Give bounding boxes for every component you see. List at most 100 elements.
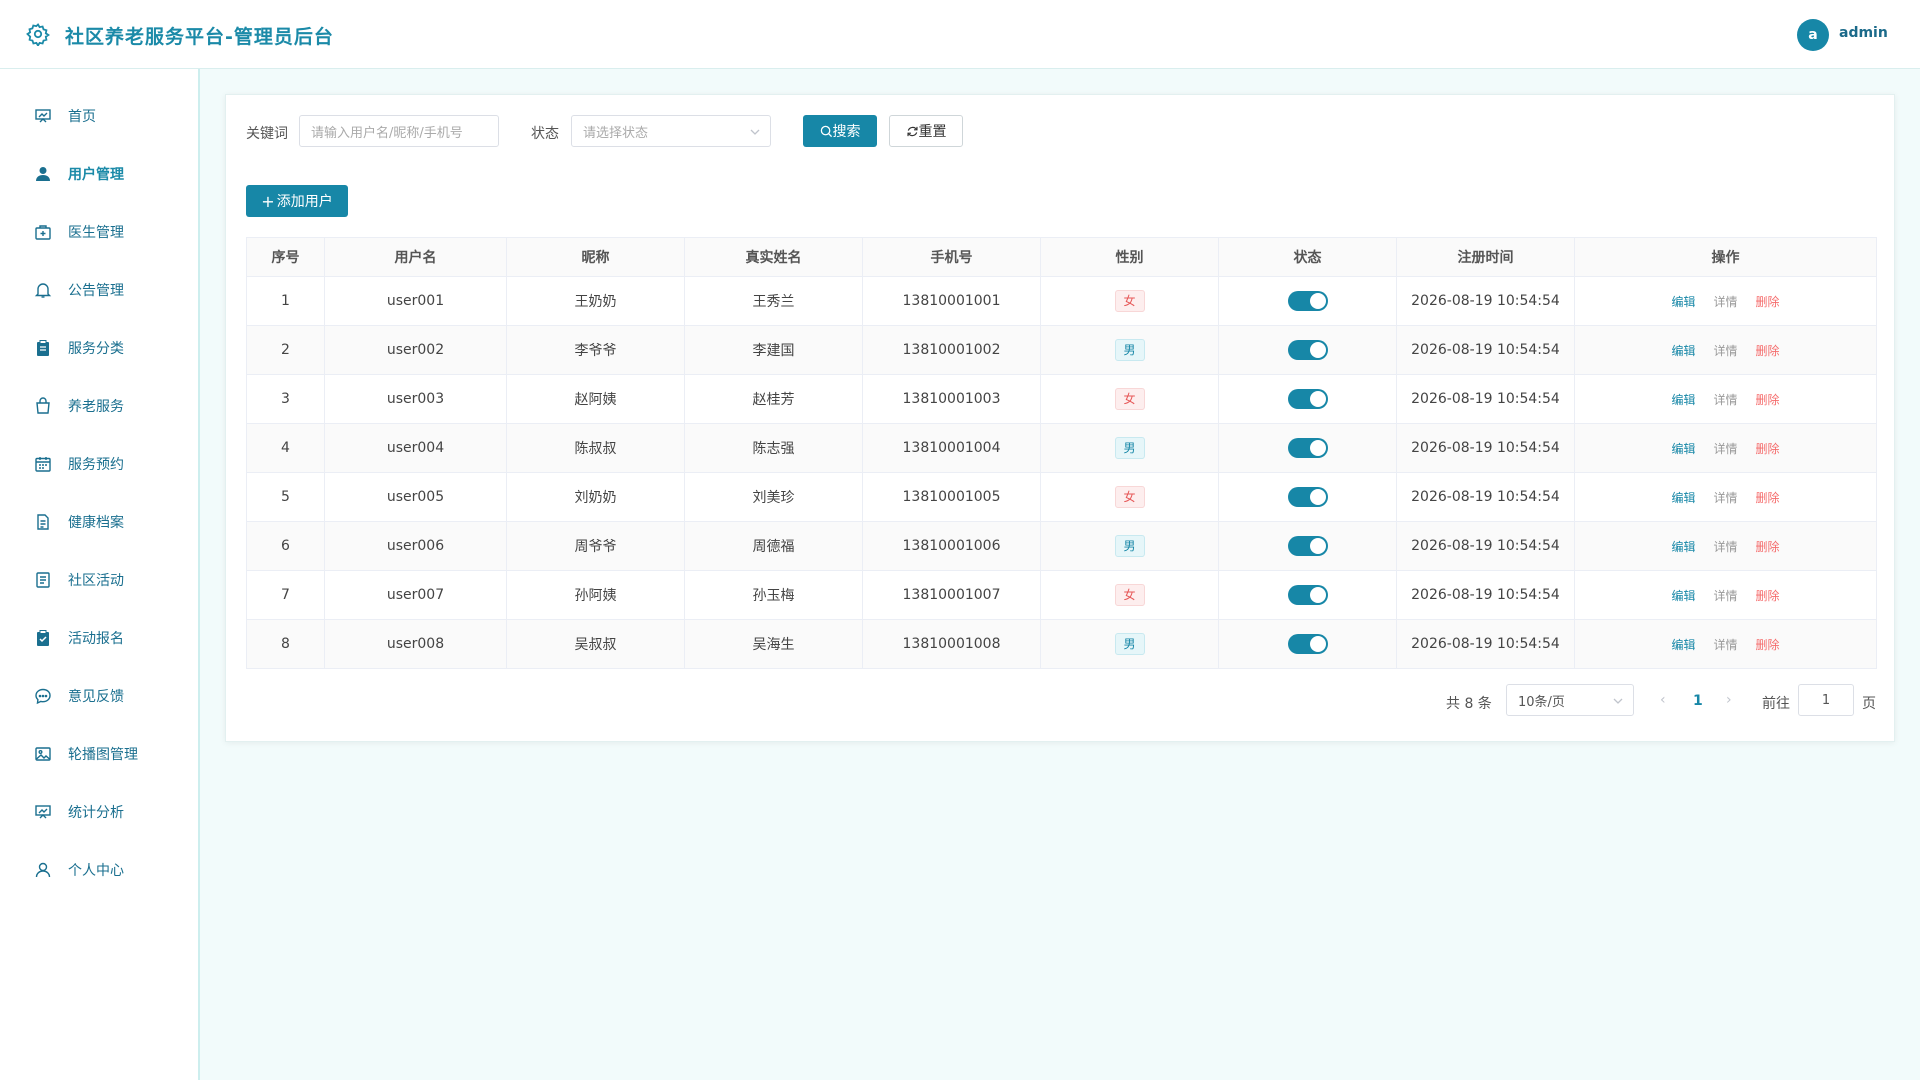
status-toggle[interactable] <box>1287 487 1328 507</box>
checklist-icon <box>37 630 49 646</box>
sidebar-item-activity-signups[interactable]: 活动报名 <box>0 618 198 658</box>
edit-link[interactable]: 编辑 <box>1671 440 1695 457</box>
gender-tag: 男 <box>1114 633 1145 655</box>
status-toggle[interactable] <box>1287 438 1328 458</box>
detail-link[interactable]: 详情 <box>1713 440 1737 457</box>
cell-gender: 女 <box>1040 276 1219 326</box>
detail-link[interactable]: 详情 <box>1713 636 1737 653</box>
cell-no: 2 <box>246 325 325 375</box>
detail-link[interactable]: 详情 <box>1713 489 1737 506</box>
cell-status <box>1218 472 1397 522</box>
gear-icon <box>26 23 50 46</box>
status-toggle[interactable] <box>1287 536 1328 556</box>
search-button[interactable]: 搜索 <box>803 115 877 147</box>
sidebar-item-service-categories[interactable]: 服务分类 <box>0 328 198 368</box>
page-size-select[interactable]: 10条/页 <box>1506 684 1634 716</box>
cell-realname: 周德福 <box>684 521 863 571</box>
cell-actions: 编辑 详情 删除 <box>1574 472 1877 522</box>
delete-link[interactable]: 删除 <box>1756 342 1780 359</box>
cell-registered: 2026-08-19 10:54:54 <box>1396 374 1575 424</box>
status-toggle[interactable] <box>1287 340 1328 360</box>
gender-tag: 女 <box>1114 290 1145 312</box>
sidebar-item-appointments[interactable]: 服务预约 <box>0 444 198 484</box>
keyword-label: 关键词 <box>246 126 288 142</box>
add-user-button[interactable]: + 添加用户 <box>246 185 348 217</box>
reset-button[interactable]: 重置 <box>889 115 963 147</box>
status-toggle[interactable] <box>1287 585 1328 605</box>
medical-kit-icon <box>35 225 51 240</box>
cell-actions: 编辑 详情 删除 <box>1574 570 1877 620</box>
delete-link[interactable]: 删除 <box>1756 391 1780 408</box>
sidebar-item-label: 服务预约 <box>68 457 124 473</box>
column-header-nickname: 昵称 <box>506 237 685 277</box>
sidebar-item-home[interactable]: 首页 <box>0 96 198 136</box>
sidebar-item-users[interactable]: 用户管理 <box>0 154 198 194</box>
sidebar-item-label: 意见反馈 <box>68 689 124 705</box>
cell-realname: 孙玉梅 <box>684 570 863 620</box>
delete-link[interactable]: 删除 <box>1756 293 1780 310</box>
chart-icon <box>35 805 51 819</box>
table-row: 1 user001 王奶奶 王秀兰 13810001001 女 2026-08-19 10:… <box>246 276 1877 326</box>
document-icon <box>37 514 49 530</box>
table-row: 4 user004 陈叔叔 陈志强 13810001004 男 2026-08-19 10:… <box>246 423 1877 473</box>
cell-no: 8 <box>246 619 325 669</box>
user-name[interactable]: admin <box>1839 25 1888 41</box>
reset-button-label: 重置 <box>918 124 947 140</box>
cell-nickname: 刘奶奶 <box>506 472 685 522</box>
status-toggle[interactable] <box>1287 291 1328 311</box>
sidebar-item-community-activities[interactable]: 社区活动 <box>0 560 198 600</box>
status-toggle[interactable] <box>1287 389 1328 409</box>
next-page-icon[interactable]: › <box>1726 692 1732 708</box>
status-select[interactable]: 请选择状态 <box>571 115 771 147</box>
cell-no: 3 <box>246 374 325 424</box>
sidebar-item-elderly-services[interactable]: 养老服务 <box>0 386 198 426</box>
sidebar-item-notices[interactable]: 公告管理 <box>0 270 198 310</box>
app-title: 社区养老服务平台-管理员后台 <box>65 26 334 48</box>
sidebar-item-label: 服务分类 <box>68 341 124 357</box>
delete-link[interactable]: 删除 <box>1756 538 1780 555</box>
detail-link[interactable]: 详情 <box>1713 391 1737 408</box>
edit-link[interactable]: 编辑 <box>1671 342 1695 359</box>
page-number-current[interactable]: 1 <box>1693 693 1703 709</box>
sidebar-item-label: 活动报名 <box>68 631 124 647</box>
edit-link[interactable]: 编辑 <box>1671 293 1695 310</box>
delete-link[interactable]: 删除 <box>1756 440 1780 457</box>
sidebar-item-profile[interactable]: 个人中心 <box>0 850 198 890</box>
sidebar-item-doctors[interactable]: 医生管理 <box>0 212 198 252</box>
edit-link[interactable]: 编辑 <box>1671 587 1695 604</box>
edit-link[interactable]: 编辑 <box>1671 391 1695 408</box>
edit-link[interactable]: 编辑 <box>1671 636 1695 653</box>
image-icon <box>35 747 51 761</box>
user-management-panel: 关键词 请输入用户名/昵称/手机号 状态 请选择状态 搜索 重置 + 添加用户 … <box>225 94 1895 742</box>
delete-link[interactable]: 删除 <box>1756 587 1780 604</box>
cell-actions: 编辑 详情 删除 <box>1574 325 1877 375</box>
cell-phone: 13810001001 <box>862 276 1041 326</box>
cell-nickname: 赵阿姨 <box>506 374 685 424</box>
sidebar-item-health-records[interactable]: 健康档案 <box>0 502 198 542</box>
avatar[interactable]: a <box>1797 19 1829 51</box>
sidebar-item-label: 首页 <box>68 109 96 125</box>
detail-link[interactable]: 详情 <box>1713 293 1737 310</box>
goto-page-input[interactable]: 1 <box>1798 684 1854 716</box>
sidebar-item-label: 个人中心 <box>68 863 124 879</box>
column-header-status: 状态 <box>1218 237 1397 277</box>
cell-realname: 刘美珍 <box>684 472 863 522</box>
keyword-input[interactable]: 请输入用户名/昵称/手机号 <box>299 115 499 147</box>
delete-link[interactable]: 删除 <box>1756 489 1780 506</box>
detail-link[interactable]: 详情 <box>1713 587 1737 604</box>
delete-link[interactable]: 删除 <box>1756 636 1780 653</box>
edit-link[interactable]: 编辑 <box>1671 489 1695 506</box>
sidebar-item-statistics[interactable]: 统计分析 <box>0 792 198 832</box>
cell-actions: 编辑 详情 删除 <box>1574 374 1877 424</box>
sidebar-item-feedback[interactable]: 意见反馈 <box>0 676 198 716</box>
detail-link[interactable]: 详情 <box>1713 342 1737 359</box>
cell-registered: 2026-08-19 10:54:54 <box>1396 619 1575 669</box>
cell-nickname: 陈叔叔 <box>506 423 685 473</box>
status-toggle[interactable] <box>1287 634 1328 654</box>
detail-link[interactable]: 详情 <box>1713 538 1737 555</box>
list-icon <box>36 572 50 588</box>
sidebar-item-banners[interactable]: 轮播图管理 <box>0 734 198 774</box>
prev-page-icon[interactable]: ‹ <box>1660 692 1666 708</box>
edit-link[interactable]: 编辑 <box>1671 538 1695 555</box>
column-header-registered: 注册时间 <box>1396 237 1575 277</box>
